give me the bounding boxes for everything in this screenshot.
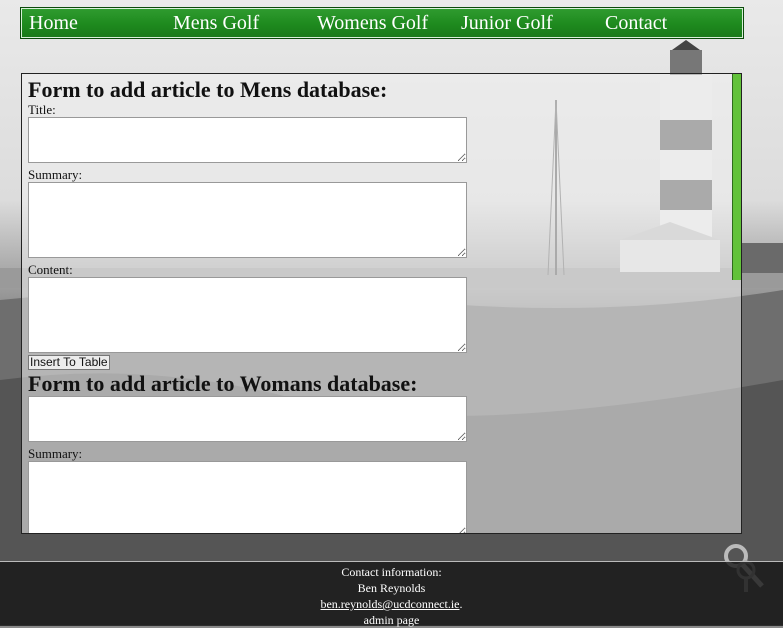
womans-summary-field[interactable] — [28, 461, 467, 533]
mens-summary-field[interactable] — [28, 182, 467, 258]
footer: Contact information: Ben Reynolds ben.re… — [0, 561, 783, 628]
nav-contact-link[interactable]: Contact — [605, 11, 667, 35]
scrollbar-thumb[interactable] — [732, 74, 741, 280]
nav-home-link[interactable]: Home — [29, 11, 78, 35]
footer-email-line: ben.reynolds@ucdconnect.ie. — [0, 596, 783, 612]
nav-womens-golf-link[interactable]: Womens Golf — [317, 11, 428, 35]
admin-page-link[interactable]: admin page — [0, 612, 783, 628]
mens-content-field[interactable] — [28, 277, 467, 353]
mens-summary-label: Summary: — [28, 167, 83, 182]
footer-email-suffix: . — [459, 597, 463, 611]
insert-to-table-button[interactable]: Insert To Table — [28, 355, 110, 370]
womans-summary-label: Summary: — [28, 446, 83, 461]
footer-heading: Contact information: — [341, 565, 442, 579]
mens-content-label: Content: — [28, 262, 73, 277]
mens-title-field[interactable] — [28, 117, 467, 163]
nav-junior-golf-link[interactable]: Junior Golf — [461, 11, 553, 35]
footer-name: Ben Reynolds — [357, 581, 426, 595]
main-nav: Home Mens Golf Womens Golf Junior Golf C… — [21, 8, 743, 38]
nav-mens-golf-link[interactable]: Mens Golf — [173, 11, 259, 35]
mens-title-label: Title: — [28, 102, 56, 117]
content-panel: Form to add article to Mens database: Ti… — [21, 73, 742, 534]
mens-form-heading: Form to add article to Mens database: — [28, 77, 388, 102]
forms-container: Form to add article to Mens database: Ti… — [28, 77, 728, 533]
womans-title-field[interactable] — [28, 396, 467, 442]
footer-email-link[interactable]: ben.reynolds@ucdconnect.ie — [320, 597, 459, 611]
womans-form-heading: Form to add article to Womans database: — [28, 371, 418, 396]
